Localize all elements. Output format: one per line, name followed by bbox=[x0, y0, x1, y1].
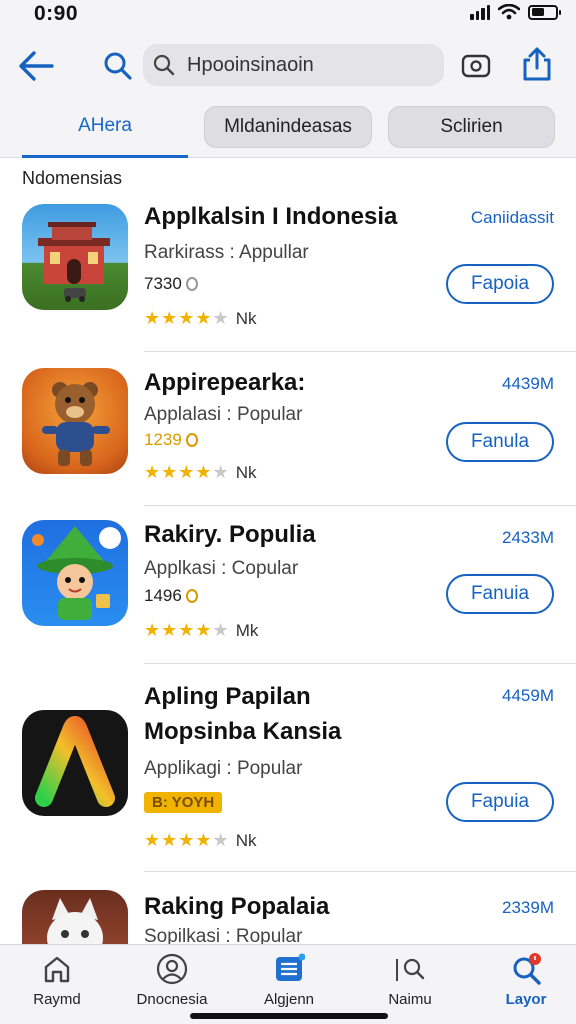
house-icon[interactable] bbox=[22, 204, 128, 310]
app-size: 2339M bbox=[502, 898, 554, 917]
coin-icon bbox=[185, 433, 198, 447]
section-title: Ndomensias bbox=[22, 168, 123, 188]
app-category: Applalasi : Popular bbox=[144, 404, 303, 425]
app-category: Sopilkasi : Ropular bbox=[144, 926, 303, 944]
tab-label: AHera bbox=[78, 115, 132, 136]
app-name: Raking Popalaia bbox=[144, 893, 330, 920]
status-icons bbox=[470, 4, 561, 20]
app-row[interactable]: Apling Papilan Mopsinba Kansia 4459M App… bbox=[0, 666, 576, 872]
nav-item-raymd[interactable]: Raymd bbox=[2, 945, 112, 1024]
star-rating-icon: ★★★★★ bbox=[144, 308, 230, 328]
search-icon bbox=[396, 958, 425, 981]
tab-ahera[interactable]: AHera bbox=[22, 104, 188, 158]
app-name-line2: Mopsinba Kansia bbox=[144, 718, 342, 745]
camera-button[interactable] bbox=[460, 52, 492, 80]
search-input[interactable] bbox=[187, 50, 437, 80]
list-icon bbox=[276, 953, 305, 981]
app-row[interactable]: Applkalsin I Indonesia Caniidassit Rarki… bbox=[0, 196, 576, 352]
back-arrow-icon bbox=[19, 51, 54, 81]
app-size: 4459M bbox=[502, 686, 554, 705]
app-count: 1496 bbox=[144, 586, 198, 606]
star-rating-icon: ★★★★★ bbox=[144, 462, 230, 482]
star-rating-icon: ★★★★★ bbox=[144, 830, 230, 850]
tab-label: Mldanindeasas bbox=[224, 116, 352, 137]
divider bbox=[144, 663, 576, 664]
app-name: Apling Papilan bbox=[144, 683, 311, 710]
tab-sclirien[interactable]: Sclirien bbox=[388, 106, 555, 148]
nav-label: Algjenn bbox=[263, 991, 315, 1008]
home-icon bbox=[44, 956, 70, 983]
person-icon bbox=[156, 953, 188, 985]
app-count: 7330 bbox=[144, 274, 198, 294]
rating-suffix: Nk bbox=[235, 830, 257, 850]
gradient-a-icon[interactable] bbox=[22, 710, 128, 816]
share-button[interactable] bbox=[520, 46, 554, 82]
bear-icon[interactable] bbox=[22, 368, 128, 474]
divider bbox=[144, 871, 576, 872]
coin-icon bbox=[185, 589, 198, 603]
app-rating: ★★★★★ Nk bbox=[144, 830, 256, 851]
app-rating: ★★★★★ Nk bbox=[144, 462, 256, 483]
share-icon bbox=[523, 47, 551, 81]
search-field[interactable] bbox=[143, 44, 444, 86]
app-row[interactable]: Raking Popalaia 2339M Sopilkasi : Ropula… bbox=[0, 874, 576, 944]
wizard-icon[interactable] bbox=[22, 520, 128, 626]
signal-icon bbox=[470, 4, 490, 20]
app-rating: ★★★★★ Mk bbox=[144, 620, 258, 641]
app-count: 1239 bbox=[144, 430, 198, 450]
app-name: Rakiry. Populia bbox=[144, 521, 316, 548]
nav-item-layor[interactable]: Layor bbox=[471, 945, 576, 1024]
count-value: 1496 bbox=[144, 586, 182, 605]
promo-badge: B: YOYH bbox=[144, 792, 223, 813]
app-category: Rarkirass : Appullar bbox=[144, 242, 309, 263]
bottom-nav: Raymd Dnocnesia Algjenn Naimu Layor bbox=[0, 944, 576, 1024]
app-size: 4439M bbox=[502, 374, 554, 393]
app-name: Applkalsin I Indonesia bbox=[144, 203, 398, 230]
get-button[interactable]: Fanuia bbox=[446, 574, 554, 614]
wifi-icon bbox=[498, 4, 520, 20]
app-row[interactable]: Rakiry. Populia 2433M Applkasi : Copular… bbox=[0, 508, 576, 664]
tab-underline bbox=[22, 155, 188, 158]
app-rating: ★★★★★ Nk bbox=[144, 308, 256, 329]
category-tabs: AHera Mldanindeasas Sclirien bbox=[0, 104, 576, 158]
get-button[interactable]: Fapuia bbox=[446, 782, 554, 822]
battery-icon bbox=[528, 4, 561, 20]
nav-label: Dnocnesia bbox=[136, 991, 208, 1008]
app-size: 2433M bbox=[502, 528, 554, 547]
tab-mldanindeasas[interactable]: Mldanindeasas bbox=[204, 106, 372, 148]
divider bbox=[144, 351, 576, 352]
app-row[interactable]: Appirepearka: 4439M Applalasi : Popular … bbox=[0, 354, 576, 506]
get-button[interactable]: Fanula bbox=[446, 422, 554, 462]
back-button[interactable] bbox=[16, 48, 58, 84]
count-value: 1239 bbox=[144, 430, 182, 449]
home-indicator bbox=[190, 1013, 388, 1019]
app-category: Applikagi : Popular bbox=[144, 758, 303, 779]
coin-icon bbox=[185, 277, 198, 291]
status-bar: 0:90 bbox=[0, 0, 576, 32]
app-category: Applkasi : Copular bbox=[144, 558, 299, 579]
rating-suffix: Nk bbox=[235, 462, 257, 482]
cat-icon[interactable] bbox=[22, 890, 128, 944]
status-time: 0:90 bbox=[34, 2, 79, 25]
divider bbox=[144, 505, 576, 506]
app-name: Appirepearka: bbox=[144, 369, 306, 396]
rating-suffix: Nk bbox=[235, 308, 257, 328]
nav-label: Layor bbox=[505, 991, 547, 1008]
get-button[interactable]: Fapoia bbox=[446, 264, 554, 304]
search-button[interactable] bbox=[102, 50, 134, 82]
search-icon bbox=[104, 52, 132, 80]
nav-label: Naimu bbox=[388, 991, 432, 1008]
search-icon bbox=[513, 953, 541, 985]
tab-label: Sclirien bbox=[440, 116, 503, 137]
count-value: 7330 bbox=[144, 274, 182, 293]
star-rating-icon: ★★★★★ bbox=[144, 620, 230, 640]
search-field-icon bbox=[153, 54, 175, 76]
camera-icon bbox=[461, 54, 491, 78]
app-header: AHera Mldanindeasas Sclirien bbox=[0, 32, 576, 158]
rating-suffix: Mk bbox=[235, 620, 259, 640]
app-size: Caniidassit bbox=[470, 208, 554, 227]
nav-label: Raymd bbox=[33, 991, 81, 1008]
